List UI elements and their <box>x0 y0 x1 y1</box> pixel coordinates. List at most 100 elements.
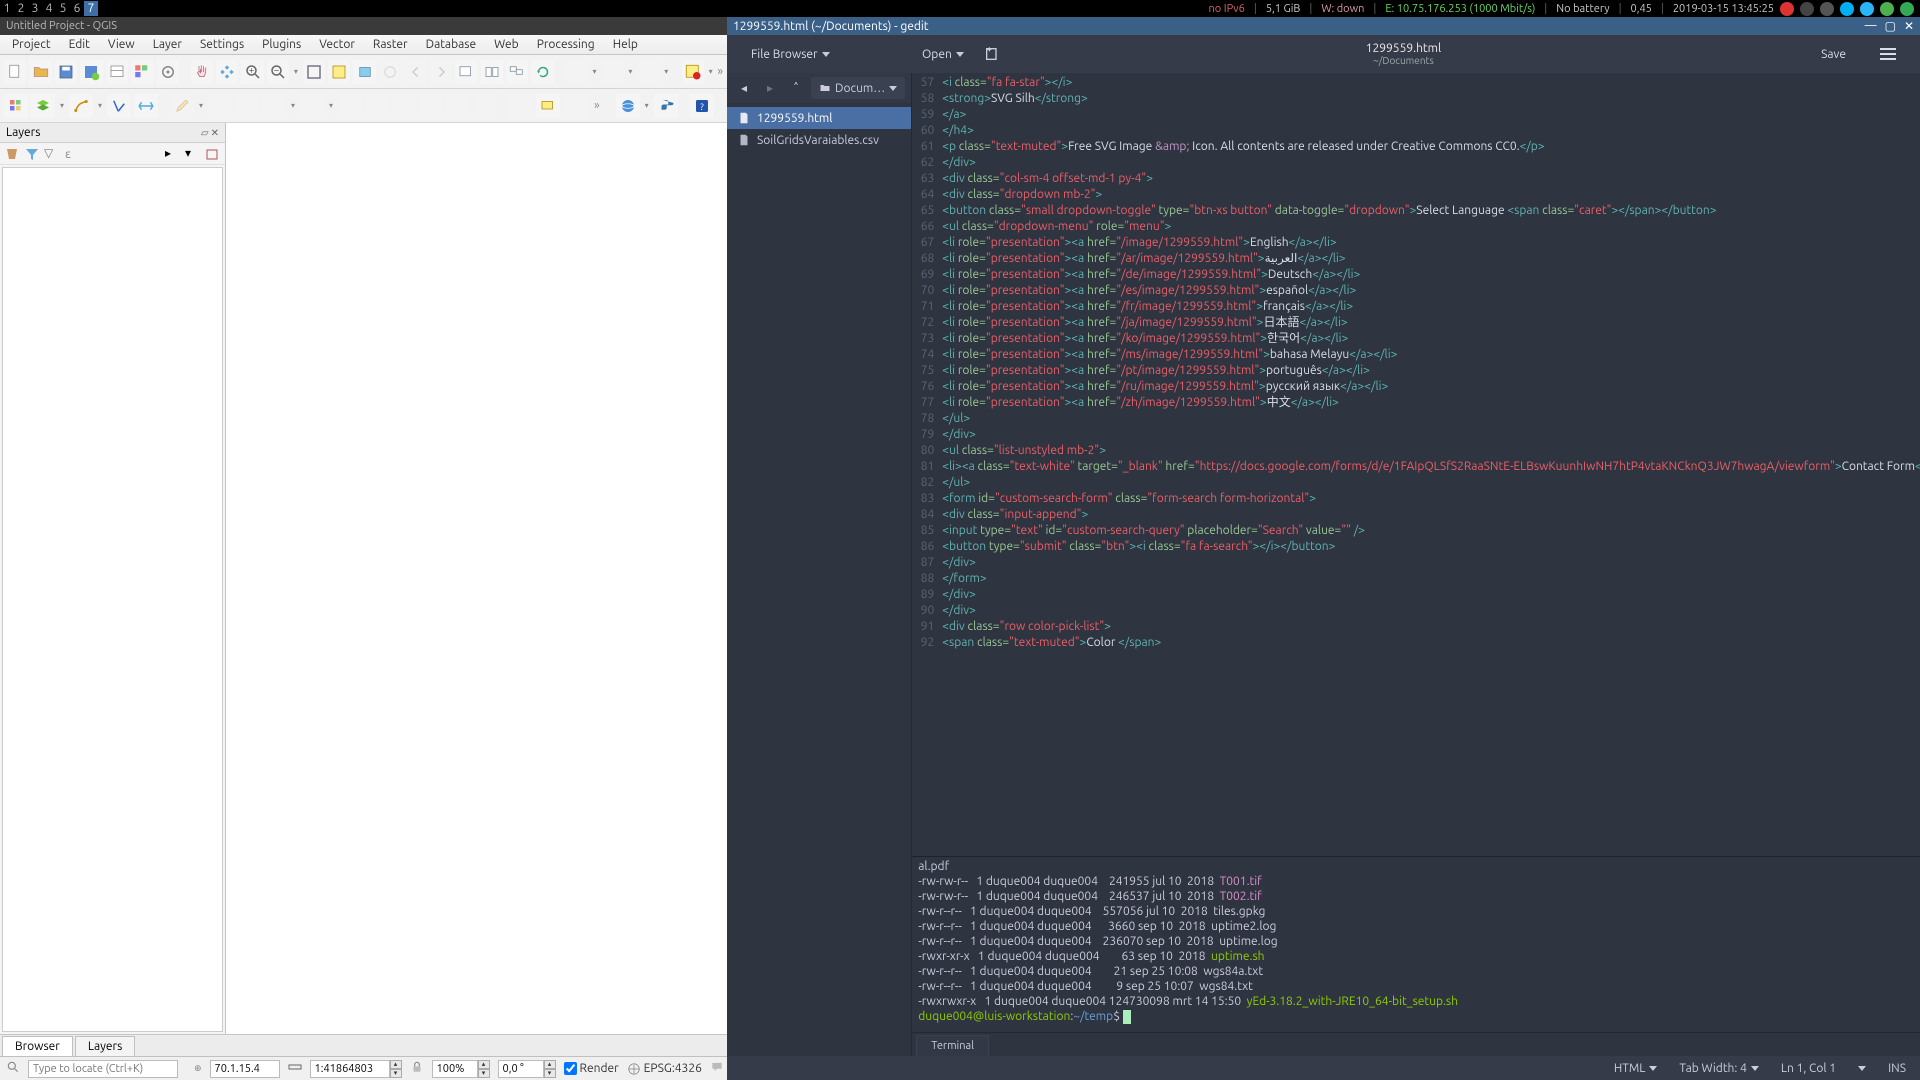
status-menu-dropdown[interactable] <box>1858 1066 1866 1071</box>
open-button[interactable]: Open <box>912 44 974 65</box>
add-feature-button[interactable] <box>235 94 259 118</box>
tray-icon[interactable] <box>1900 2 1914 16</box>
tray-icon[interactable] <box>1800 2 1814 16</box>
rotation-input[interactable] <box>498 1060 544 1078</box>
menu-project[interactable]: Project <box>4 36 59 53</box>
new-shapefile-button[interactable] <box>69 94 93 118</box>
layers-tree[interactable] <box>2 167 223 1032</box>
workspace-3[interactable]: 3 <box>28 1 42 16</box>
new-map-view-button[interactable] <box>455 60 477 84</box>
insert-mode[interactable]: INS <box>1888 1062 1906 1075</box>
workspace-5[interactable]: 5 <box>56 1 70 16</box>
statistics-button[interactable] <box>637 60 659 84</box>
menu-database[interactable]: Database <box>418 36 485 53</box>
coordinate-input[interactable] <box>210 1060 280 1078</box>
file-item[interactable]: 1299559.html <box>727 107 911 129</box>
copy-button[interactable] <box>392 94 416 118</box>
collapse-all-icon[interactable]: ▾ <box>185 146 201 162</box>
minimize-icon[interactable]: — <box>1865 19 1877 33</box>
undock-icon[interactable]: ▱ <box>201 123 209 143</box>
diagram-button[interactable] <box>563 94 587 118</box>
tabwidth-selector[interactable]: Tab Width: 4 <box>1679 1062 1758 1075</box>
menu-view[interactable]: View <box>100 36 143 53</box>
expression-icon[interactable]: ε <box>64 146 80 162</box>
nav-up-button[interactable]: ˄ <box>785 77 807 99</box>
maximize-icon[interactable]: ▢ <box>1885 19 1896 33</box>
workspace-6[interactable]: 6 <box>70 1 84 16</box>
map-canvas[interactable] <box>226 123 727 1034</box>
close-icon[interactable]: ✕ <box>1904 19 1914 33</box>
layout-manager-button[interactable] <box>106 60 128 84</box>
move-feature-button[interactable] <box>262 94 286 118</box>
open-project-button[interactable] <box>29 60 51 84</box>
crs-button[interactable]: EPSG:4326 <box>627 1062 702 1076</box>
abc-button[interactable] <box>509 94 533 118</box>
nav-forward-button[interactable]: ▸ <box>759 77 781 99</box>
mega-tray-icon[interactable] <box>1780 2 1794 16</box>
filter-legend-icon[interactable]: ▽ <box>44 146 60 162</box>
tray-icon[interactable] <box>1880 2 1894 16</box>
expand-all-icon[interactable]: ▸ <box>165 146 181 162</box>
magnifier-input[interactable] <box>432 1060 478 1078</box>
help-button[interactable]: ? <box>690 94 714 118</box>
delete-button[interactable] <box>338 94 362 118</box>
data-source-manager-button[interactable] <box>4 94 28 118</box>
menu-help[interactable]: Help <box>605 36 646 53</box>
zoom-native-button[interactable] <box>379 60 401 84</box>
save-button[interactable]: Save <box>1811 44 1856 65</box>
tab-browser[interactable]: Browser <box>2 1036 73 1056</box>
python-console-button[interactable] <box>654 94 678 118</box>
zoom-dropdown[interactable]: ▾ <box>292 60 299 84</box>
node-tool-button[interactable] <box>300 94 324 118</box>
tray-icon[interactable] <box>1820 2 1834 16</box>
menu-vector[interactable]: Vector <box>311 36 363 53</box>
labeling-button[interactable] <box>536 94 560 118</box>
workspace-1[interactable]: 1 <box>0 1 14 16</box>
new-project-button[interactable] <box>4 60 26 84</box>
workspace-2[interactable]: 2 <box>14 1 28 16</box>
close-panel-icon[interactable]: ✕ <box>211 123 219 143</box>
menu-edit[interactable]: Edit <box>61 36 98 53</box>
new-spatialite-button[interactable] <box>107 94 131 118</box>
nav-back-button[interactable]: ◂ <box>733 77 755 99</box>
code-editor[interactable]: 5758596061626364656667686970717273747576… <box>912 73 1920 856</box>
measure-button[interactable] <box>601 60 623 84</box>
edit-button[interactable] <box>170 94 194 118</box>
new-virtual-button[interactable] <box>134 94 158 118</box>
render-checkbox[interactable] <box>564 1062 577 1075</box>
filter-icon[interactable] <box>24 146 40 162</box>
redo-button[interactable] <box>473 94 497 118</box>
hamburger-menu[interactable] <box>1870 44 1906 64</box>
undo-button[interactable] <box>446 94 470 118</box>
identify-button[interactable] <box>565 60 587 84</box>
coord-icon[interactable]: ⊕ <box>194 1063 202 1074</box>
save-as-button[interactable] <box>80 60 102 84</box>
deselect-dropdown[interactable]: ▾ <box>707 60 714 84</box>
style-preset-icon[interactable] <box>4 146 20 162</box>
cut-button[interactable] <box>365 94 389 118</box>
telegram-tray-icon[interactable] <box>1860 2 1874 16</box>
zoom-out-button[interactable] <box>267 60 289 84</box>
breadcrumb[interactable]: Docum… <box>811 77 905 99</box>
zoom-selection-button[interactable] <box>328 60 350 84</box>
deselect-button[interactable] <box>682 60 704 84</box>
menu-raster[interactable]: Raster <box>365 36 416 53</box>
workspace-4[interactable]: 4 <box>42 1 56 16</box>
save-edits-button[interactable] <box>208 94 232 118</box>
new-tab-button[interactable] <box>974 42 1010 66</box>
zoom-layer-button[interactable] <box>353 60 375 84</box>
zoom-last-button[interactable] <box>404 60 426 84</box>
pan-to-selection-button[interactable] <box>216 60 238 84</box>
qgis-titlebar[interactable]: Untitled Project - QGIS <box>0 17 727 35</box>
new-geopackage-button[interactable] <box>31 94 55 118</box>
lock-icon[interactable] <box>410 1060 424 1077</box>
language-selector[interactable]: HTML <box>1614 1062 1658 1075</box>
new-3d-view-button[interactable] <box>481 60 503 84</box>
file-browser-dropdown[interactable]: File Browser <box>741 44 840 65</box>
embedded-terminal[interactable]: ✕ al.pdf-rw-rw-r-- 1 duque004 duque004 2… <box>912 856 1920 1032</box>
metasearch-button[interactable] <box>616 94 640 118</box>
menu-plugins[interactable]: Plugins <box>254 36 309 53</box>
scale-input[interactable] <box>310 1060 390 1078</box>
menu-processing[interactable]: Processing <box>529 36 603 53</box>
processing-button[interactable] <box>157 60 179 84</box>
